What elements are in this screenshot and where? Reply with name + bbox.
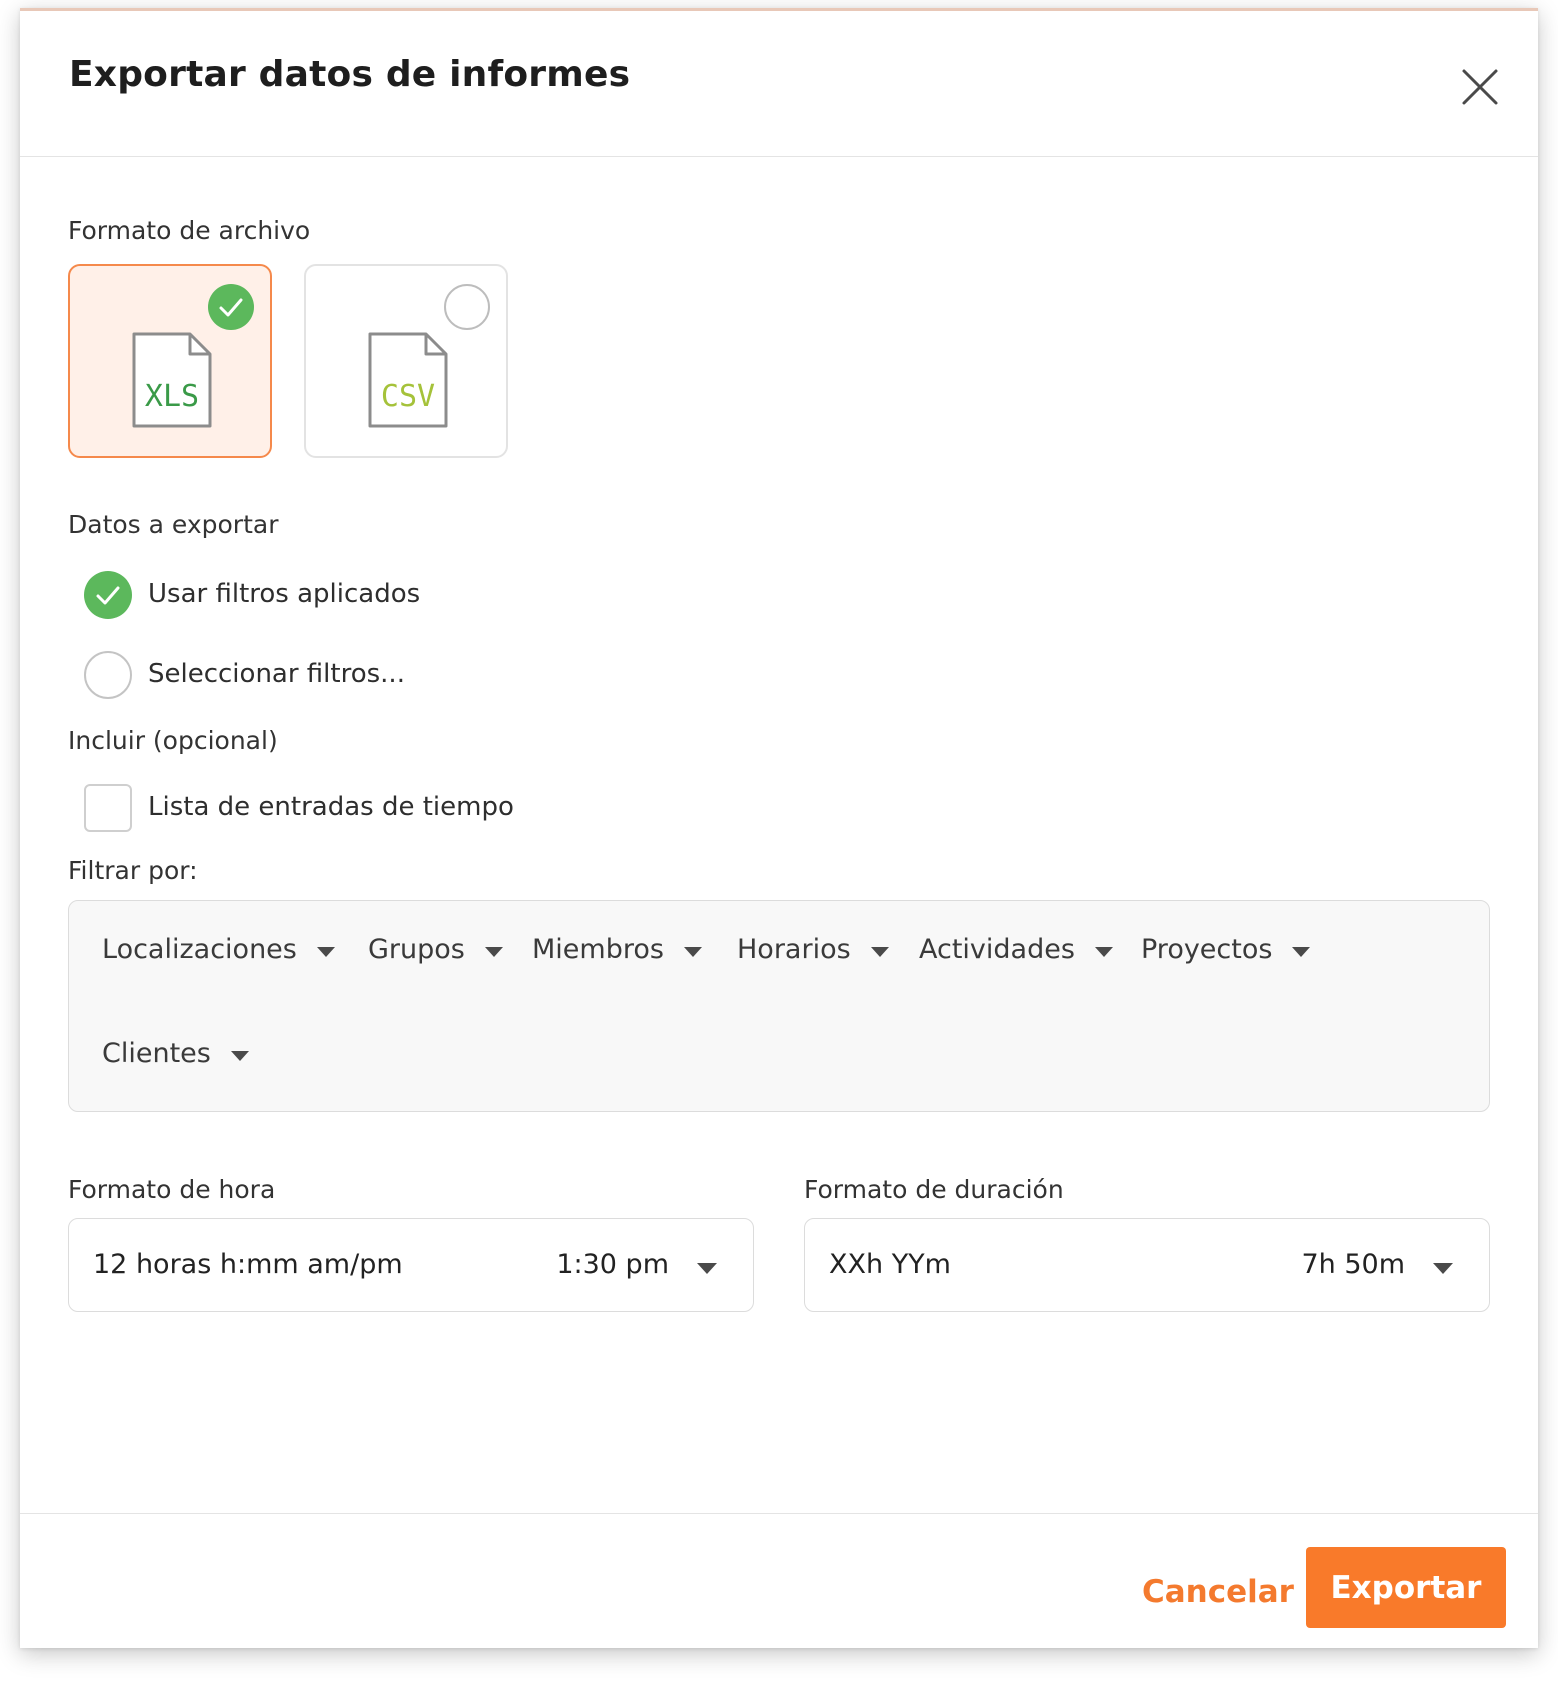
- caret-down-icon: [316, 946, 335, 957]
- time-format-select[interactable]: 12 horas h:mm am/pm 1:30 pm: [68, 1218, 754, 1312]
- close-icon: [1462, 69, 1498, 105]
- file-format-label: Formato de archivo: [68, 216, 311, 245]
- header-divider: [20, 156, 1538, 157]
- caret-down-icon: [697, 1263, 717, 1274]
- data-to-export-label: Datos a exportar: [68, 510, 279, 539]
- top-accent-bar: [20, 8, 1538, 11]
- filter-dropdown-label: Grupos: [368, 934, 465, 965]
- filter-dropdown-grupos[interactable]: Grupos: [368, 934, 503, 965]
- time-format-label: Formato de hora: [68, 1175, 276, 1204]
- time-format-value: 12 horas h:mm am/pm: [93, 1249, 403, 1280]
- filter-dropdown-horarios[interactable]: Horarios: [737, 934, 889, 965]
- include-optional-label: Incluir (opcional): [68, 726, 278, 755]
- time-entries-label: Lista de entradas de tiempo: [148, 792, 514, 822]
- filter-dropdown-label: Proyectos: [1141, 934, 1273, 965]
- caret-down-icon: [1094, 946, 1113, 957]
- time-format-example: 1:30 pm: [556, 1249, 669, 1280]
- file-format-option-xls[interactable]: XLS: [68, 264, 272, 458]
- radio-unselected-indicator: [84, 651, 132, 699]
- caret-down-icon: [484, 946, 503, 957]
- caret-down-icon: [1433, 1263, 1453, 1274]
- caret-down-icon: [870, 946, 889, 957]
- duration-format-value: XXh YYm: [829, 1249, 951, 1280]
- close-button[interactable]: [1456, 63, 1504, 111]
- filter-dropdown-label: Clientes: [102, 1038, 211, 1069]
- dialog-title: Exportar datos de informes: [69, 54, 631, 95]
- filter-dropdown-proyectos[interactable]: Proyectos: [1141, 934, 1311, 965]
- csv-text: CSV: [381, 379, 435, 414]
- filter-dropdown-label: Actividades: [919, 934, 1075, 965]
- filter-by-label: Filtrar por:: [68, 856, 198, 885]
- filter-dropdown-actividades[interactable]: Actividades: [919, 934, 1113, 965]
- radio-selected-indicator: [84, 571, 132, 619]
- filter-dropdown-clientes[interactable]: Clientes: [102, 1038, 249, 1069]
- check-icon: [219, 298, 243, 317]
- file-format-option-csv[interactable]: CSV: [304, 264, 508, 458]
- filter-dropdown-localizaciones[interactable]: Localizaciones: [102, 934, 335, 965]
- check-icon: [96, 586, 120, 605]
- time-entries-checkbox[interactable]: [84, 784, 132, 832]
- export-dialog: Exportar datos de informes Formato de ar…: [20, 8, 1538, 1648]
- filter-dropdown-miembros[interactable]: Miembros: [532, 934, 702, 965]
- unselected-radio-badge: [444, 284, 490, 330]
- duration-format-example: 7h 50m: [1301, 1249, 1405, 1280]
- xls-file-icon: XLS: [132, 332, 212, 428]
- duration-format-label: Formato de duración: [804, 1175, 1064, 1204]
- filter-dropdown-label: Localizaciones: [102, 934, 297, 965]
- filter-dropdown-label: Horarios: [737, 934, 851, 965]
- caret-down-icon: [683, 946, 702, 957]
- caret-down-icon: [230, 1050, 249, 1061]
- footer-divider: [20, 1513, 1538, 1514]
- export-button[interactable]: Exportar: [1306, 1547, 1506, 1628]
- duration-format-select[interactable]: XXh YYm 7h 50m: [804, 1218, 1490, 1312]
- radio-label: Seleccionar filtros...: [148, 659, 405, 689]
- selected-check-badge: [208, 284, 254, 330]
- radio-label: Usar filtros aplicados: [148, 579, 421, 609]
- xls-text: XLS: [145, 379, 199, 414]
- filter-panel: Localizaciones Grupos Miembros Horarios …: [68, 900, 1490, 1112]
- caret-down-icon: [1292, 946, 1311, 957]
- cancel-button[interactable]: Cancelar: [1138, 1552, 1298, 1632]
- csv-file-icon: CSV: [368, 332, 448, 428]
- filter-dropdown-label: Miembros: [532, 934, 664, 965]
